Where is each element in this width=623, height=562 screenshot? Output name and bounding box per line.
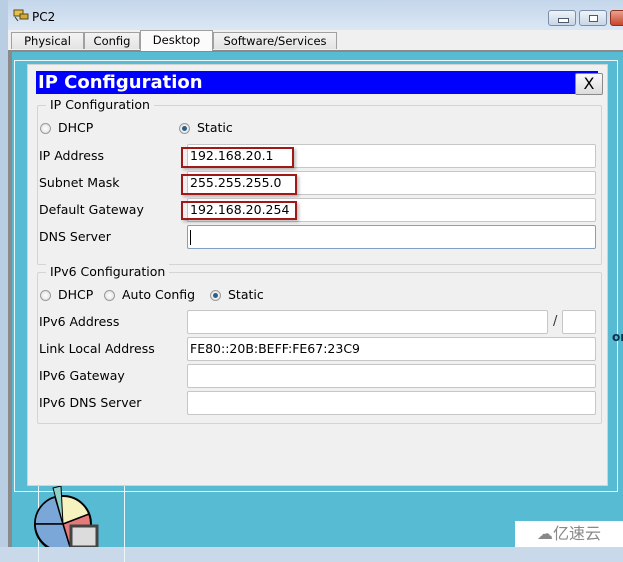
ip-address-label: IP Address bbox=[39, 148, 104, 163]
ipv6-dns-server-label: IPv6 DNS Server bbox=[39, 395, 142, 410]
ipv6-gateway-input[interactable] bbox=[187, 364, 596, 388]
close-window-button[interactable] bbox=[610, 10, 623, 26]
dialog-title: IP Configuration bbox=[38, 72, 203, 93]
ipv6-group-legend: IPv6 Configuration bbox=[46, 264, 170, 279]
watermark: ☁亿速云 bbox=[515, 521, 623, 547]
link-local-address-input[interactable]: FE80::20B:BEFF:FE67:23C9 bbox=[187, 337, 596, 361]
tab-physical[interactable]: Physical bbox=[11, 32, 84, 49]
ipv6-auto-config-label: Auto Config bbox=[122, 287, 196, 302]
dialog-header: IP Configuration X bbox=[36, 71, 603, 95]
dns-server-label: DNS Server bbox=[39, 229, 111, 244]
tab-config[interactable]: Config bbox=[84, 32, 140, 49]
minimize-button[interactable] bbox=[548, 10, 576, 26]
ipv4-static-label: Static bbox=[197, 120, 233, 135]
maximize-button[interactable] bbox=[579, 10, 607, 26]
ipv6-address-label: IPv6 Address bbox=[39, 314, 120, 329]
link-local-address-value: FE80::20B:BEFF:FE67:23C9 bbox=[190, 341, 360, 356]
ip-configuration-dialog: IP Configuration X IP Configuration DHCP… bbox=[27, 64, 608, 486]
ipv6-prefix-length-input[interactable] bbox=[562, 310, 596, 334]
subnet-mask-label: Subnet Mask bbox=[39, 175, 120, 190]
ipv6-dns-server-input[interactable] bbox=[187, 391, 596, 415]
ip-address-highlight bbox=[181, 147, 294, 168]
tab-software-services[interactable]: Software/Services bbox=[213, 32, 337, 49]
ipv4-dhcp-radio[interactable] bbox=[40, 123, 51, 134]
ipv6-static-radio[interactable] bbox=[210, 290, 221, 301]
title-bar[interactable]: PC2 bbox=[8, 0, 623, 30]
cloud-logo-icon: ☁ bbox=[536, 524, 553, 543]
ipv4-dhcp-label: DHCP bbox=[58, 120, 94, 135]
ipv4-group-legend: IP Configuration bbox=[46, 97, 154, 112]
ipv6-gateway-label: IPv6 Gateway bbox=[39, 368, 125, 383]
dns-server-input[interactable] bbox=[187, 225, 596, 249]
window-title: PC2 bbox=[32, 10, 56, 24]
ipv4-static-radio[interactable] bbox=[179, 123, 190, 134]
ipv6-static-label: Static bbox=[228, 287, 264, 302]
tab-desktop[interactable]: Desktop bbox=[140, 30, 213, 51]
pie-chart-icon[interactable] bbox=[31, 484, 101, 547]
pc-device-icon bbox=[13, 9, 29, 22]
background-partial-label: or bbox=[612, 330, 623, 344]
default-gateway-label: Default Gateway bbox=[39, 202, 144, 217]
ipv6-address-input[interactable] bbox=[187, 310, 548, 334]
prefix-separator: / bbox=[553, 314, 558, 329]
watermark-text: 亿速云 bbox=[552, 524, 601, 543]
default-gateway-highlight bbox=[181, 201, 297, 220]
ipv6-dhcp-radio[interactable] bbox=[40, 290, 51, 301]
tab-bar: Physical Config Desktop Software/Service… bbox=[8, 30, 623, 52]
dialog-close-button[interactable]: X bbox=[575, 73, 603, 95]
ipv6-dhcp-label: DHCP bbox=[58, 287, 94, 302]
subnet-mask-highlight bbox=[181, 174, 297, 195]
text-caret bbox=[190, 230, 191, 245]
link-local-address-label: Link Local Address bbox=[39, 341, 155, 356]
ipv6-auto-config-radio[interactable] bbox=[104, 290, 115, 301]
